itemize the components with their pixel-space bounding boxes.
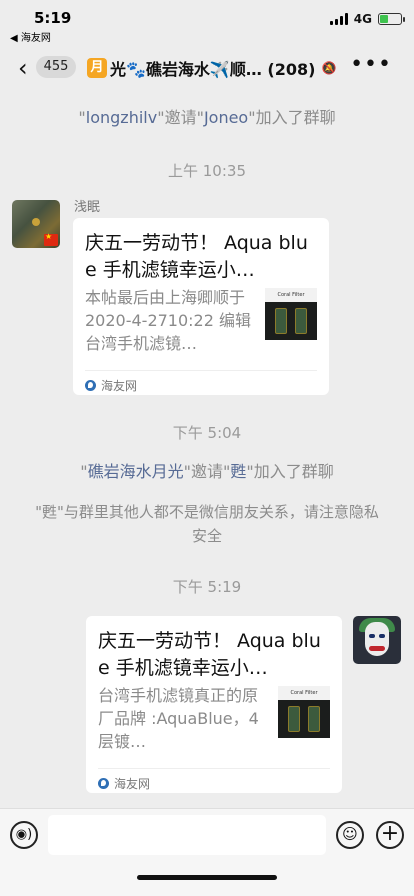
- link-card-title: 庆五一劳动节！ Aqua blue 手机滤镜幸运小…: [98, 630, 321, 679]
- voice-input-icon[interactable]: ◉): [10, 821, 38, 849]
- link-card-message[interactable]: 庆五一劳动节！ Aqua blue 手机滤镜幸运小… 本帖最后由上海卿顺于 20…: [73, 218, 329, 395]
- link-card-thumbnail: Coral Filter: [278, 686, 330, 738]
- invite-action: 邀请: [190, 462, 223, 481]
- link-card-message[interactable]: 庆五一劳动节！ Aqua blue 手机滤镜幸运小… 台湾手机滤镜真正的原厂品牌…: [86, 616, 342, 793]
- battery-icon: [378, 13, 405, 25]
- thumbnail-label: Coral Filter: [278, 686, 330, 700]
- source-name: 海友网: [101, 379, 138, 393]
- moon-tag-icon: 月: [87, 58, 107, 78]
- link-card-thumbnail: Coral Filter: [265, 288, 317, 340]
- timestamp: 上午 10:35: [168, 162, 246, 180]
- link-card-title: 庆五一劳动节！ Aqua blue 手机滤镜幸运小…: [85, 232, 308, 281]
- privacy-notice: "甦"与群里其他人都不是微信朋友关系，请注意隐私安全: [35, 503, 379, 545]
- divider: [98, 768, 330, 769]
- status-time: 5:19: [34, 9, 72, 27]
- chat-header: ‹ 455 月 光🐾礁岩海水✈️顺… (208) 🔕 •••: [0, 44, 414, 90]
- sender-name: 浅眠: [74, 200, 101, 215]
- sender-avatar[interactable]: [12, 200, 60, 248]
- home-indicator[interactable]: [137, 875, 277, 880]
- network-type: 4G: [353, 12, 372, 26]
- mute-bell-icon: 🔕: [321, 61, 337, 75]
- divider: [85, 370, 317, 371]
- back-to-app-link[interactable]: ◀ 海友网: [10, 29, 51, 44]
- link-card-source: 海友网: [85, 377, 137, 394]
- system-join-message: "礁岩海水月光"邀请"甦"加入了群聊: [80, 462, 334, 481]
- add-attachment-icon[interactable]: +: [376, 821, 404, 849]
- source-logo-icon: [98, 778, 109, 789]
- signal-icon: [329, 13, 348, 25]
- link-card-description: 台湾手机滤镜真正的原厂品牌 :AquaBlue，4层镀…: [98, 686, 259, 751]
- more-options-button[interactable]: •••: [350, 52, 392, 77]
- timestamp: 下午 5:04: [172, 424, 242, 442]
- link-card-source: 海友网: [98, 775, 150, 792]
- chat-title-text: 光🐾礁岩海水✈️顺… (208): [110, 60, 316, 79]
- back-arrow-icon[interactable]: ‹: [18, 54, 28, 82]
- join-suffix: 加入了群聊: [253, 462, 334, 481]
- timestamp: 下午 5:19: [172, 578, 242, 596]
- inviter-name[interactable]: 礁岩海水月光: [88, 462, 184, 481]
- source-logo-icon: [85, 380, 96, 391]
- china-flag-icon: [44, 232, 58, 246]
- link-card-description: 本帖最后由上海卿顺于 2020-4-2710:22 编辑台湾手机滤镜…: [85, 288, 252, 353]
- chat-title[interactable]: 月 光🐾礁岩海水✈️顺… (208) 🔕: [87, 56, 357, 80]
- invite-action: 邀请: [164, 108, 197, 127]
- message-input-bar: ◉) ☺ +: [0, 808, 414, 896]
- system-join-message: "longzhilv"邀请"Joneo"加入了群聊: [78, 108, 336, 127]
- my-avatar[interactable]: [353, 616, 401, 664]
- unread-count-badge[interactable]: 455: [36, 56, 76, 78]
- status-bar: 5:19 ◀ 海友网 4G: [0, 0, 414, 44]
- join-suffix: 加入了群聊: [255, 108, 336, 127]
- status-indicators: 4G: [329, 12, 405, 26]
- invitee-name[interactable]: Joneo: [204, 108, 248, 127]
- invitee-name[interactable]: 甦: [230, 462, 246, 481]
- emoji-icon[interactable]: ☺: [336, 821, 364, 849]
- inviter-name[interactable]: longzhilv: [86, 108, 157, 127]
- source-name: 海友网: [114, 777, 151, 791]
- message-input[interactable]: [48, 815, 326, 855]
- thumbnail-label: Coral Filter: [265, 288, 317, 302]
